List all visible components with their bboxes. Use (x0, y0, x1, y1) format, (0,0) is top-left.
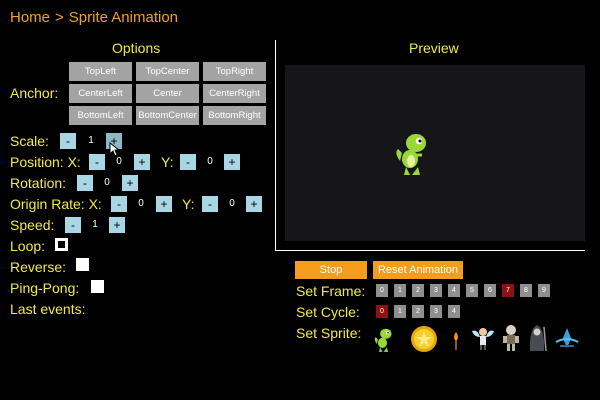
panel-divider-vertical (275, 40, 276, 250)
position-y-label: Y: (161, 154, 174, 170)
scale-decrease-button[interactable]: - (60, 133, 76, 149)
rotation-increase-button[interactable]: + (122, 175, 138, 191)
anchor-top-left-button[interactable]: TopLeft (69, 62, 132, 81)
set-cycle-0-button[interactable]: 0 (376, 305, 388, 318)
ping-pong-checkbox[interactable] (91, 280, 104, 293)
set-frame-1-button[interactable]: 1 (394, 284, 406, 297)
dino-sprite-icon (374, 328, 392, 352)
breadcrumb-current: Sprite Animation (68, 9, 179, 26)
speed-value: 1 (92, 219, 98, 230)
blue-crystal-sprite-button[interactable] (554, 326, 580, 355)
speed-label: Speed: (10, 217, 55, 233)
set-cycle-3-button[interactable]: 3 (430, 305, 442, 318)
set-frame-8-button[interactable]: 8 (520, 284, 532, 297)
gold-coin-sprite-icon (411, 326, 437, 352)
set-frame-label: Set Frame: (296, 283, 366, 299)
last-events-label: Last events: (10, 301, 86, 317)
set-frame-4-button[interactable]: 4 (448, 284, 460, 297)
set-frame-9-button[interactable]: 9 (538, 284, 550, 297)
breadcrumb: Home > Sprite Animation (10, 9, 178, 26)
set-frame-2-button[interactable]: 2 (412, 284, 424, 297)
dark-reaper-sprite-icon (529, 325, 547, 352)
origin-rate-y-value: 0 (229, 198, 235, 209)
set-sprite-label: Set Sprite: (296, 325, 362, 341)
breadcrumb-separator: > (55, 9, 64, 26)
ping-pong-label: Ping-Pong: (10, 280, 80, 296)
preview-canvas (285, 65, 585, 241)
loop-check-mark (58, 241, 65, 248)
origin-rate-y-increase-button[interactable]: + (246, 196, 262, 212)
set-cycle-4-button[interactable]: 4 (448, 305, 460, 318)
speed-decrease-button[interactable]: - (65, 217, 81, 233)
speed-increase-button[interactable]: + (109, 217, 125, 233)
breadcrumb-home-link[interactable]: Home (10, 9, 50, 26)
skeleton-warrior-sprite-button[interactable] (500, 324, 522, 357)
anchor-top-center-button[interactable]: TopCenter (136, 62, 199, 81)
position-x-label: Position: X: (10, 154, 81, 170)
anchor-bottom-left-button[interactable]: BottomLeft (69, 106, 132, 125)
origin-rate-x-label: Origin Rate: X: (10, 196, 102, 212)
rotation-value: 0 (104, 177, 110, 188)
anchor-center-button[interactable]: Center (136, 84, 199, 103)
gold-coin-sprite-button[interactable] (410, 325, 438, 358)
dino-sprite (396, 134, 426, 175)
loop-checkbox[interactable] (55, 238, 68, 251)
position-y-decrease-button[interactable]: - (180, 154, 196, 170)
set-cycle-label: Set Cycle: (296, 304, 360, 320)
position-x-increase-button[interactable]: + (134, 154, 150, 170)
preview-title: Preview (409, 40, 459, 56)
set-frame-6-button[interactable]: 6 (484, 284, 496, 297)
anchor-label: Anchor: (10, 85, 59, 101)
origin-rate-x-value: 0 (138, 198, 144, 209)
scale-value: 1 (88, 135, 94, 146)
torch-sprite-icon (454, 332, 458, 350)
torch-sprite-button[interactable] (451, 331, 461, 356)
rotation-decrease-button[interactable]: - (77, 175, 93, 191)
origin-rate-x-increase-button[interactable]: + (156, 196, 172, 212)
position-y-increase-button[interactable]: + (224, 154, 240, 170)
set-cycle-2-button[interactable]: 2 (412, 305, 424, 318)
winged-angel-sprite-icon (472, 328, 494, 350)
rotation-label: Rotation: (10, 175, 67, 191)
dark-reaper-sprite-button[interactable] (526, 323, 548, 358)
anchor-center-right-button[interactable]: CenterRight (203, 84, 266, 103)
blue-crystal-sprite-icon (555, 328, 579, 348)
origin-rate-y-label: Y: (182, 196, 195, 212)
reverse-label: Reverse: (10, 259, 67, 275)
anchor-bottom-right-button[interactable]: BottomRight (203, 106, 266, 125)
options-title: Options (112, 40, 161, 56)
dino-sprite-button[interactable] (372, 327, 394, 358)
set-frame-7-button[interactable]: 7 (502, 284, 514, 297)
skeleton-warrior-sprite-icon (503, 325, 519, 351)
position-x-decrease-button[interactable]: - (89, 154, 105, 170)
stop-button[interactable]: Stop (295, 261, 367, 279)
position-y-value: 0 (207, 156, 213, 167)
loop-label: Loop: (10, 238, 46, 254)
origin-rate-y-decrease-button[interactable]: - (202, 196, 218, 212)
origin-rate-x-decrease-button[interactable]: - (111, 196, 127, 212)
panel-divider-horizontal (275, 250, 585, 251)
set-frame-5-button[interactable]: 5 (466, 284, 478, 297)
anchor-top-right-button[interactable]: TopRight (203, 62, 266, 81)
set-frame-0-button[interactable]: 0 (376, 284, 388, 297)
position-x-value: 0 (116, 156, 122, 167)
winged-angel-sprite-button[interactable] (470, 325, 496, 356)
anchor-center-left-button[interactable]: CenterLeft (69, 84, 132, 103)
reverse-checkbox[interactable] (76, 258, 89, 271)
scale-label: Scale: (10, 133, 49, 149)
reset-animation-button[interactable]: Reset Animation (373, 261, 463, 279)
set-frame-3-button[interactable]: 3 (430, 284, 442, 297)
anchor-bottom-center-button[interactable]: BottomCenter (136, 106, 199, 125)
set-cycle-1-button[interactable]: 1 (394, 305, 406, 318)
